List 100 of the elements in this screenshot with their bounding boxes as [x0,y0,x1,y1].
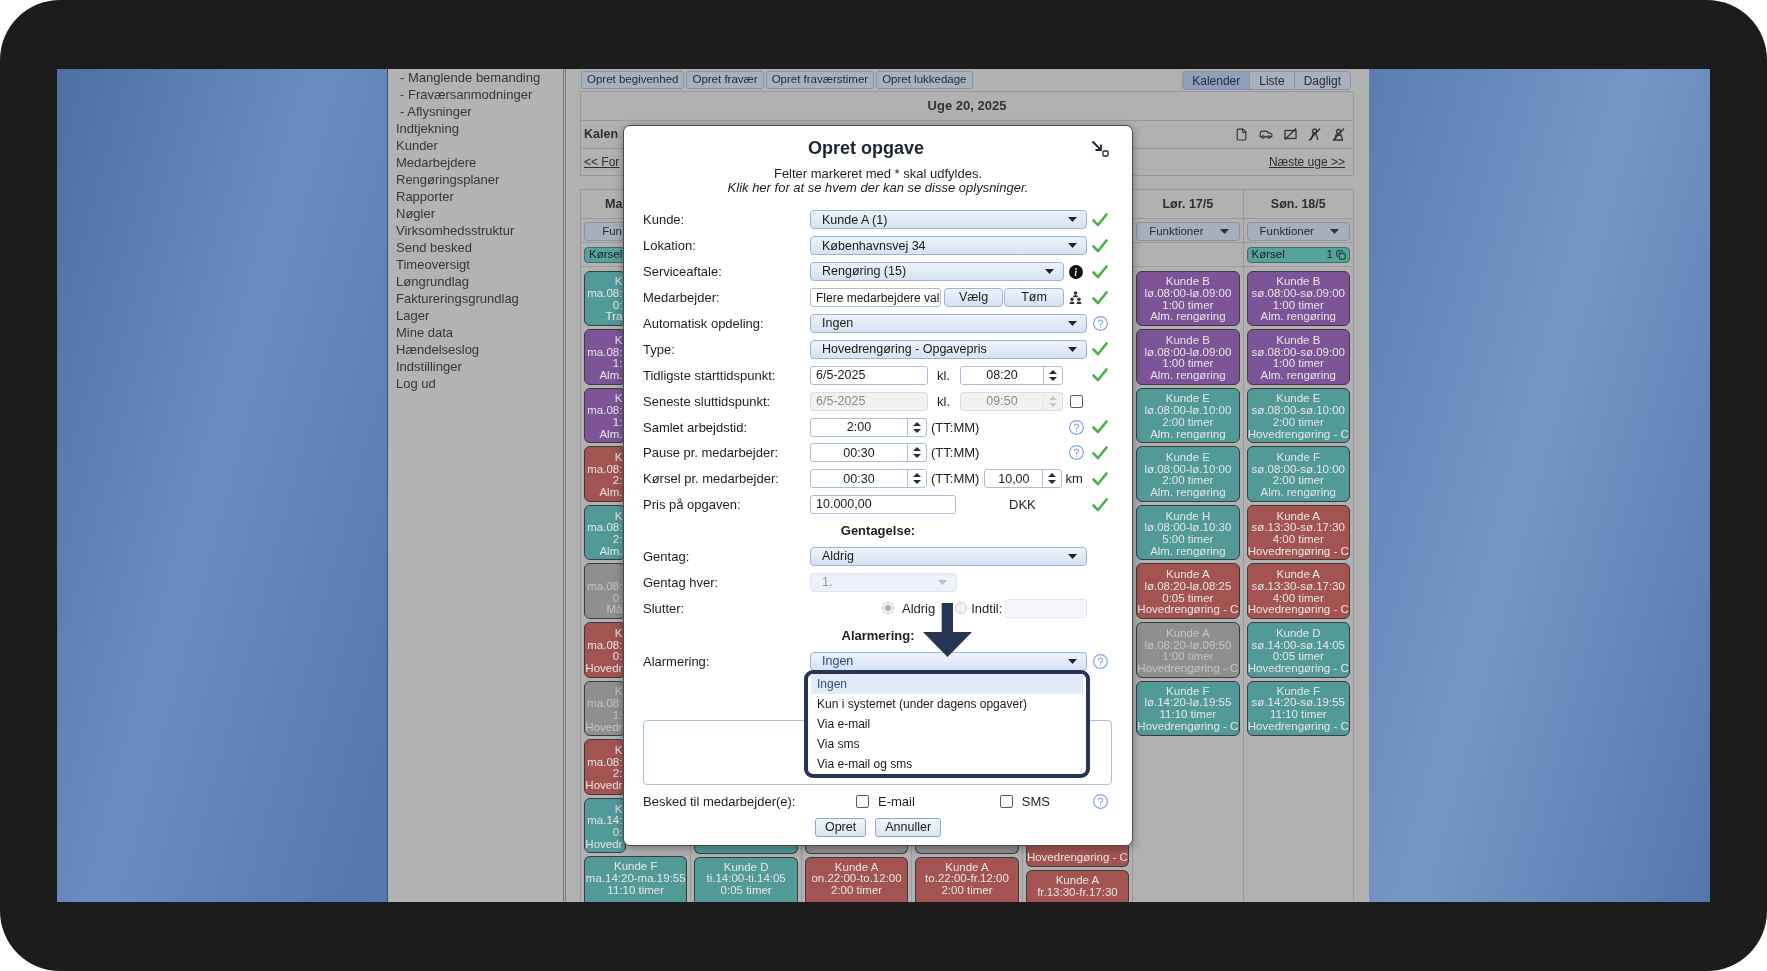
dropdown-select[interactable]: Ingen [810,314,1087,333]
event-text: Kunde F [1276,685,1320,698]
text-field[interactable]: 00:30 [810,443,927,463]
dropdown-option[interactable]: Via e-mail [811,714,1083,734]
sidebar-item[interactable]: Faktureringsgrundlag [396,291,519,306]
event-card[interactable]: Kunde B sø.08:00-sø.09:00 1:00 timer Alm. rengøring [1246,270,1350,327]
document-icon[interactable] [1235,128,1248,141]
dropdown-option[interactable]: Ingen [811,674,1083,694]
car-icon[interactable] [1259,127,1273,142]
people-group-icon[interactable] [1069,291,1082,305]
dropdown-option[interactable]: Kun i systemet (under dagens opgaver) [811,694,1083,714]
dropdown-option[interactable]: Via e-mail og sms [811,754,1083,774]
sidebar-item[interactable]: Medarbejdere [396,155,477,170]
sidebar-item[interactable]: Send besked [396,240,472,255]
event-card[interactable] [694,845,798,854]
event-text: 2:00 timer [1162,416,1214,429]
view-tab[interactable]: Dagligt [1293,71,1351,90]
event-text: lø.14:20-lø.19:55 [1144,697,1232,710]
sidebar-item[interactable]: Virksomhedsstruktur [396,223,515,238]
event-text: K [614,276,623,288]
slashed-figure-icon[interactable] [1332,128,1345,141]
dropdown-select[interactable]: Ingen [810,651,1087,671]
slashed-figure-icon[interactable] [1308,128,1321,141]
text-field[interactable]: 08:20 [960,365,1063,385]
checkbox[interactable] [999,795,1013,809]
sidebar-item[interactable]: Indstillinger [396,359,462,374]
event-card[interactable]: Kunde A to.22:00-fr.12:00 2:00 timer [915,856,1019,902]
event-text: lø.08:00-lø.10:30 [1144,522,1232,535]
checkbox[interactable] [856,795,869,809]
caret-icon [938,579,947,585]
sidebar-item[interactable]: - Aflysninger [400,104,472,119]
text-field[interactable]: 10,00 [984,469,1063,489]
sidebar-item[interactable]: Timeoversigt [396,257,470,272]
event-card[interactable] [915,845,1019,854]
sidebar-item[interactable]: - Fraværsanmodninger [400,87,533,102]
caret-icon [1068,243,1077,249]
dropdown-select[interactable]: Hovedrengøring - Opgavepris [810,339,1087,359]
event-card[interactable] [804,845,909,854]
dropdown-select[interactable]: Kunde A (1) [810,210,1087,230]
dropdown-option[interactable]: Via sms [811,734,1083,754]
event-card[interactable]: Kunde B lø.08:00-lø.09:00 1:00 timer Alm. rengøring [1136,329,1240,385]
previous-week-link[interactable]: << For [584,153,620,172]
text-field[interactable]: 6/5-2025 [810,365,928,385]
event-card[interactable]: Kunde B sø.08:00-sø.09:00 1:00 timer Alm. rengøring [1246,329,1350,385]
event-card[interactable]: Hovedrengøring - C [1025,846,1130,867]
event-card[interactable]: Kunde B lø.08:00-lø.09:00 1:00 timer Alm. rengøring [1136,270,1240,327]
toolbar-button[interactable]: Opret fravær [686,71,764,89]
info-link[interactable]: Klik her for at se hvem der kan se disse oplysninger. [727,180,1029,195]
sidebar-item[interactable]: Lager [396,308,430,323]
sidebar-item[interactable]: Løngrundlag [396,274,469,289]
sidebar-item[interactable]: Rapporter [396,189,454,204]
text-field[interactable]: 2:00 [810,417,927,437]
sidebar-item[interactable]: Log ud [396,376,436,391]
sidebar-item[interactable]: Rengøringsplaner [396,172,500,187]
sidebar-item[interactable]: Hændelseslog [396,342,480,357]
event-card[interactable]: Kunde A sø.13:30-sø.17:30 4:00 timer Hovedrengøring - C [1246,504,1350,561]
sidebar-item[interactable]: Kunder [396,138,438,153]
event-text: 11:10 timer [1159,709,1217,721]
clear-button[interactable]: Tøm [1004,288,1064,308]
sidebar-item[interactable]: Mine data [396,325,454,340]
calendar-heading: Kalen [584,126,619,144]
next-week-link[interactable]: Næste uge >> [1268,153,1345,172]
functions-button[interactable]: Funktioner [1136,222,1240,241]
event-text: Hovedr [585,662,623,675]
functions-button[interactable]: Funktioner [1246,222,1350,241]
view-tab[interactable]: Liste [1249,71,1295,90]
field-label: Kunde: [643,212,685,228]
sidebar-item[interactable]: Indtjekning [396,121,459,136]
dropdown-select[interactable]: Aldrig [810,547,1087,566]
create-button[interactable]: Opret [814,817,867,837]
event-card[interactable]: Kunde A fr.13:30-fr.17:30 [1025,870,1130,902]
event-text: sø.13:30-sø.17:30 [1251,580,1345,593]
event-text: ma.08: [587,639,623,652]
toolbar-button[interactable]: Opret begivenhed [581,71,685,89]
event-text: Hovedrengøring - C [1026,852,1128,864]
event-text: K [614,803,623,816]
dropdown-select[interactable]: Rengøring (15) [810,262,1064,282]
field-label: Automatisk opdeling: [643,316,764,331]
view-tab[interactable]: Kalender [1182,71,1251,90]
caret-icon [1330,228,1339,234]
copy-icon[interactable] [1336,250,1346,260]
text-field[interactable]: Flere medarbejdere val [810,288,941,308]
toolbar-button[interactable]: Opret lukkedage [876,71,973,89]
text-field[interactable]: 00:30 [810,469,927,489]
info-icon[interactable] [1068,264,1083,279]
toolbar-button[interactable]: Opret fraværstimer [765,71,875,89]
event-text: sø.14:00-sø.14:05 [1251,639,1345,652]
event-card[interactable]: Kunde A lø.08:20-lø.08:25 0:05 timer Hovedrengøring - C [1136,563,1240,620]
cancel-button[interactable]: Annuller [875,817,942,837]
arrow-to-square-icon[interactable] [1091,139,1109,157]
choose-button[interactable]: Vælg [944,288,1003,308]
dropdown-select[interactable]: Københavnsvej 34 [810,236,1087,256]
text-field[interactable]: 10.000,00 [810,495,956,515]
sidebar-item[interactable]: - Manglende bemanding [400,70,541,85]
event-card[interactable]: Kunde A on.22:00-to.12:00 2:00 timer [804,856,909,902]
sidebar-item[interactable]: Nøgler [396,206,435,221]
event-card[interactable]: Kunde A sø.13:30-sø.17:30 4:00 timer Hovedrengøring - C [1246,563,1350,620]
event-text: K [614,627,623,640]
required-note: Felter markeret med * skal udfyldes. [773,167,983,181]
slashed-rectangle-icon[interactable] [1284,128,1297,141]
